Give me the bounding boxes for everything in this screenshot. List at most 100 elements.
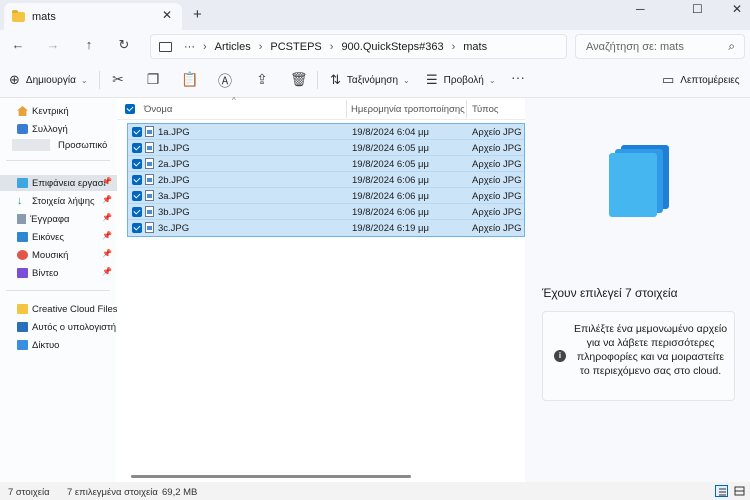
address-bar[interactable]: ··· › Articles › PCSTEPS › 900.QuickStep…: [150, 34, 567, 59]
more-options-button[interactable]: ···: [510, 69, 526, 85]
new-button[interactable]: ⊕ Δημιουργία ⌄: [9, 72, 88, 88]
copy-icon[interactable]: ❐: [145, 71, 161, 88]
file-name: 2a.JPG: [158, 159, 190, 170]
table-row[interactable]: 3a.JPG 19/8/2024 6:06 μμ Αρχείο JPG: [128, 188, 524, 204]
this-pc-icon: [17, 322, 28, 332]
column-type[interactable]: Τύπος: [472, 104, 498, 115]
file-date: 19/8/2024 6:06 μμ: [352, 207, 429, 218]
this-pc-icon: [159, 41, 172, 52]
sidebar-item-documents[interactable]: Έγγραφα 📌: [0, 211, 117, 227]
sidebar-item-creative-cloud[interactable]: Creative Cloud Files P: [0, 301, 117, 317]
tiles-view-button[interactable]: [733, 485, 746, 497]
pin-icon[interactable]: 📌: [102, 249, 112, 258]
maximize-button[interactable]: ☐: [692, 2, 703, 16]
jpg-file-icon: [145, 126, 154, 137]
multiple-files-icon: [609, 145, 669, 217]
table-row[interactable]: 3b.JPG 19/8/2024 6:06 μμ Αρχείο JPG: [128, 204, 524, 220]
details-button[interactable]: ▭ Λεπτομέρειες: [662, 72, 740, 88]
pin-icon[interactable]: 📌: [102, 213, 112, 222]
table-row[interactable]: 3c.JPG 19/8/2024 6:19 μμ Αρχείο JPG: [128, 220, 524, 236]
row-checkbox[interactable]: [132, 223, 142, 233]
close-tab-icon[interactable]: ✕: [162, 8, 172, 22]
breadcrumb-separator[interactable]: ›: [452, 41, 456, 53]
videos-icon: [17, 268, 28, 278]
breadcrumb-separator[interactable]: ›: [203, 41, 207, 53]
sidebar-item-label: Creative Cloud Files P: [32, 303, 117, 315]
horizontal-scrollbar[interactable]: [131, 475, 411, 478]
details-view-icon: [719, 488, 726, 496]
refresh-button[interactable]: ↻: [115, 37, 133, 53]
breadcrumb-more[interactable]: ···: [184, 41, 195, 53]
breadcrumb-mats[interactable]: mats: [463, 41, 487, 53]
sidebar-item-label: Αυτός ο υπολογιστή: [32, 321, 117, 333]
breadcrumb-separator[interactable]: ›: [259, 41, 263, 53]
jpg-file-icon: [145, 206, 154, 217]
up-button[interactable]: ↑: [80, 37, 98, 52]
column-divider[interactable]: [466, 100, 467, 118]
breadcrumb-quicksteps[interactable]: 900.QuickSteps#363: [341, 41, 443, 53]
sidebar-item-label: Μουσική: [32, 249, 69, 261]
row-checkbox[interactable]: [132, 127, 142, 137]
back-button[interactable]: ←: [9, 37, 27, 52]
breadcrumb-separator[interactable]: ›: [330, 41, 334, 53]
table-row[interactable]: 1a.JPG 19/8/2024 6:04 μμ Αρχείο JPG: [128, 124, 524, 140]
sidebar-item-label: Συλλογή: [32, 123, 68, 135]
tab-mats[interactable]: mats ✕: [4, 3, 182, 30]
cut-icon[interactable]: ✂: [110, 71, 126, 88]
paste-icon[interactable]: 📋: [181, 71, 198, 88]
sidebar-item-network[interactable]: Δίκτυο: [0, 337, 117, 353]
minimize-button[interactable]: ─: [636, 2, 645, 16]
pin-icon[interactable]: 📌: [102, 195, 112, 204]
file-type: Αρχείο JPG: [472, 127, 522, 138]
close-window-button[interactable]: ✕: [732, 2, 742, 16]
file-name: 3a.JPG: [158, 191, 190, 202]
file-type: Αρχείο JPG: [472, 159, 522, 170]
sidebar-item-gallery[interactable]: Συλλογή: [0, 121, 117, 137]
view-button[interactable]: ☰ Προβολή ⌄: [426, 72, 496, 88]
sidebar-item-music[interactable]: Μουσική 📌: [0, 247, 117, 263]
file-date: 19/8/2024 6:05 μμ: [352, 143, 429, 154]
pin-icon[interactable]: 📌: [102, 177, 112, 186]
row-checkbox[interactable]: [132, 191, 142, 201]
row-checkbox[interactable]: [132, 207, 142, 217]
sidebar-item-pictures[interactable]: Εικόνες 📌: [0, 229, 117, 245]
column-divider[interactable]: [346, 100, 347, 118]
new-tab-button[interactable]: +: [193, 6, 202, 23]
sidebar-item-home[interactable]: Κεντρική: [0, 103, 117, 119]
sidebar-item-desktop[interactable]: Επιφάνεια εργασί 📌: [0, 175, 117, 191]
file-name: 3b.JPG: [158, 207, 190, 218]
details-view-button[interactable]: [715, 485, 728, 497]
table-row[interactable]: 2b.JPG 19/8/2024 6:06 μμ Αρχείο JPG: [128, 172, 524, 188]
sort-button[interactable]: ⇅ Ταξινόμηση ⌄: [330, 72, 410, 88]
onedrive-icon: [12, 139, 50, 151]
sidebar-item-label: Προσωπικό: [58, 139, 108, 151]
search-input[interactable]: Αναζήτηση σε: mats ⌕: [575, 34, 745, 59]
pin-icon[interactable]: 📌: [102, 267, 112, 276]
table-row[interactable]: 1b.JPG 19/8/2024 6:05 μμ Αρχείο JPG: [128, 140, 524, 156]
column-date-modified[interactable]: Ημερομηνία τροποποίησης: [351, 104, 465, 115]
share-icon[interactable]: ⇪: [254, 71, 270, 88]
breadcrumb-pcsteps[interactable]: PCSTEPS: [270, 41, 321, 53]
home-icon: [17, 106, 28, 116]
sidebar-item-videos[interactable]: Βίντεο 📌: [0, 265, 117, 281]
row-checkbox[interactable]: [132, 159, 142, 169]
row-checkbox[interactable]: [132, 143, 142, 153]
sidebar-item-downloads[interactable]: ↓ Στοιχεία λήψης 📌: [0, 193, 117, 209]
forward-button[interactable]: →: [44, 37, 62, 52]
jpg-file-icon: [145, 222, 154, 233]
sidebar-divider: [6, 160, 110, 161]
sidebar-item-this-pc[interactable]: Αυτός ο υπολογιστή: [0, 319, 117, 335]
pictures-icon: [17, 232, 28, 242]
desktop-icon: [17, 178, 28, 188]
row-checkbox[interactable]: [132, 175, 142, 185]
rename-icon[interactable]: Ⓐ: [217, 71, 233, 91]
delete-icon[interactable]: 🗑: [290, 71, 308, 88]
table-row[interactable]: 2a.JPG 19/8/2024 6:05 μμ Αρχείο JPG: [128, 156, 524, 172]
breadcrumb-articles[interactable]: Articles: [215, 41, 251, 53]
pin-icon[interactable]: 📌: [102, 231, 112, 240]
sidebar-item-label: Επιφάνεια εργασί: [32, 177, 106, 189]
jpg-file-icon: [145, 158, 154, 169]
column-name[interactable]: Όνομα: [144, 104, 172, 115]
sidebar-item-personal[interactable]: Προσωπικό: [0, 137, 117, 153]
select-all-checkbox[interactable]: [125, 104, 135, 114]
